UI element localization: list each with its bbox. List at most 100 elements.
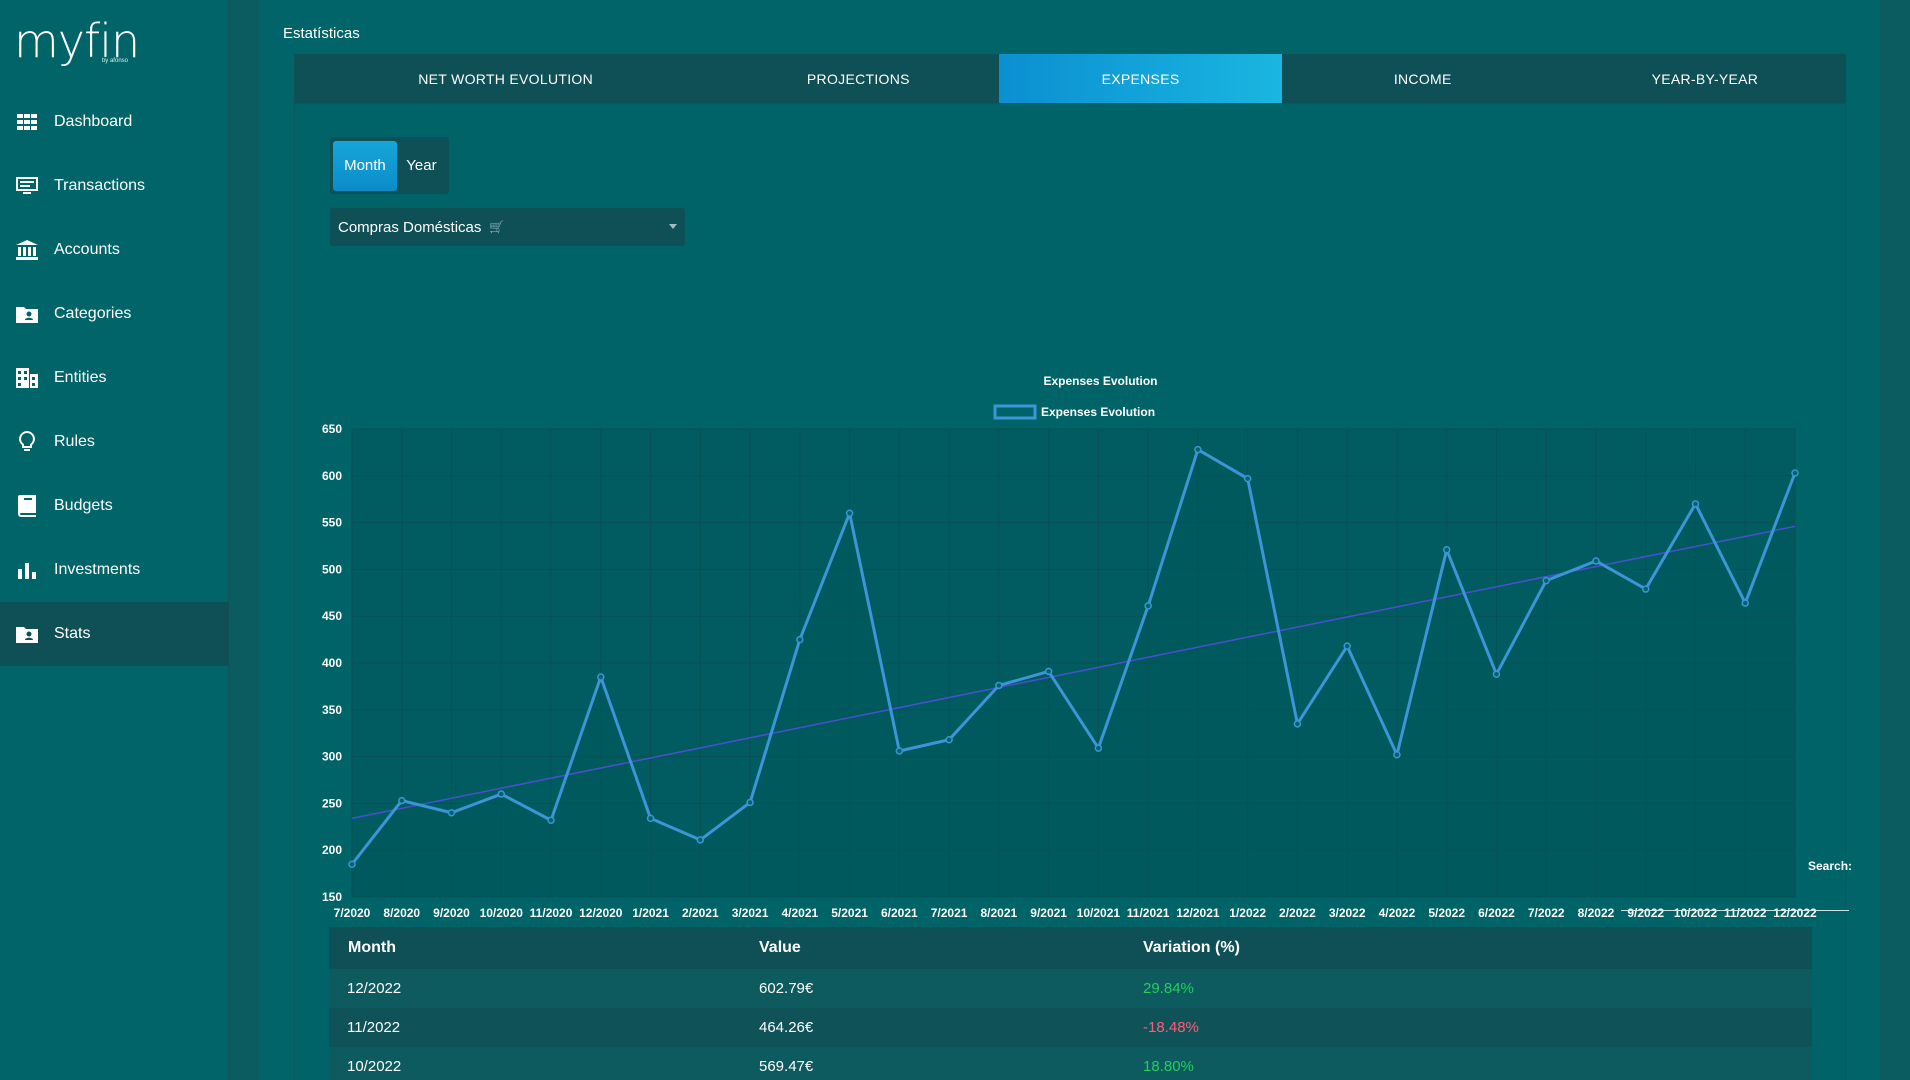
data-point [1044, 667, 1053, 676]
expenses-table: Month Value Variation (%) 12/2022 602.79… [329, 927, 1812, 1080]
x-tick-label: 9/2020 [433, 906, 470, 920]
data-point [796, 635, 804, 644]
cell-month: 10/2022 [347, 1058, 402, 1075]
sidebar-item-label: Investments [54, 561, 141, 578]
y-tick-label: 450 [322, 609, 342, 623]
x-tick-label: 3/2022 [1329, 906, 1366, 920]
tab-income[interactable]: INCOME [1282, 54, 1564, 103]
data-point [1492, 670, 1501, 678]
sidebar-item-label: Entities [54, 369, 107, 386]
table-body: 12/2022 602.79€ 29.84% 11/2022 464.26€ -… [329, 969, 1812, 1080]
bank-icon [16, 239, 38, 261]
data-point [1343, 642, 1351, 650]
y-tick-label: 600 [322, 469, 342, 483]
month-toggle-button[interactable]: Month [333, 140, 397, 191]
x-tick-label: 11/2021 [1127, 906, 1170, 920]
search-input[interactable] [1621, 887, 1849, 911]
stats-tabs: NET WORTH EVOLUTION PROJECTIONS EXPENSES… [294, 54, 1846, 103]
sidebar-item-dashboard[interactable]: Dashboard [0, 90, 229, 154]
tab-projections[interactable]: PROJECTIONS [717, 54, 999, 103]
sidebar-item-categories[interactable]: Categories [0, 282, 229, 346]
cell-month: 12/2022 [347, 980, 402, 997]
sidebar-item-label: Stats [54, 625, 91, 642]
sidebar-item-transactions[interactable]: Transactions [0, 154, 229, 218]
sidebar-item-stats[interactable]: Stats [0, 602, 229, 666]
table-row: 10/2022 569.47€ 18.80% [329, 1047, 1812, 1080]
legend-swatch [993, 404, 1037, 420]
data-point [547, 816, 555, 824]
x-tick-label: 7/2020 [334, 906, 371, 920]
period-toggle: Month Year [330, 137, 449, 194]
table-header: Month Value Variation (%) [329, 927, 1812, 969]
y-tick-label: 500 [322, 562, 342, 576]
expenses-panel: Month Year Compras Domésticas 🛒 150 200 25… [294, 103, 1852, 1080]
column-header-value[interactable]: Value [759, 939, 1143, 957]
tab-net-worth-evolution[interactable]: NET WORTH EVOLUTION [294, 54, 717, 103]
app-logo[interactable]: myfin by afonso [14, 14, 140, 68]
y-tick-label: 550 [322, 516, 342, 530]
data-point [447, 809, 456, 817]
sidebar-item-accounts[interactable]: Accounts [0, 218, 229, 282]
data-point [945, 736, 953, 744]
column-header-month[interactable]: Month [329, 939, 759, 957]
tab-expenses[interactable]: EXPENSES [999, 54, 1282, 103]
data-point [1542, 576, 1550, 585]
table-row: 11/2022 464.26€ -18.48% [329, 1008, 1812, 1047]
tab-year-by-year[interactable]: YEAR-BY-YEAR [1564, 54, 1846, 103]
sidebar-item-entities[interactable]: Entities [0, 346, 229, 410]
y-tick-label: 150 [322, 890, 342, 904]
sidebar: myfin by afonso Dashboard Transactions A… [0, 0, 229, 1080]
x-tick-label: 10/2021 [1077, 906, 1121, 920]
x-tick-label: 7/2021 [931, 906, 968, 920]
data-point [1094, 744, 1103, 752]
cell-month: 11/2022 [347, 1019, 401, 1036]
data-point [1791, 469, 1799, 477]
x-tick-label: 4/2022 [1379, 906, 1416, 920]
x-tick-label: 12/2021 [1176, 906, 1220, 920]
y-tick-label: 400 [322, 656, 342, 670]
data-point [1741, 599, 1749, 607]
x-tick-label: 2/2022 [1279, 906, 1316, 920]
year-toggle-button[interactable]: Year [397, 141, 446, 191]
data-point [497, 790, 506, 798]
table-row: 12/2022 602.79€ 29.84% [329, 969, 1812, 1008]
data-point [1293, 720, 1302, 728]
x-tick-label: 1/2021 [632, 906, 669, 920]
sidebar-item-budgets[interactable]: Budgets [0, 474, 229, 538]
building-icon [16, 367, 38, 389]
data-point [1442, 545, 1451, 554]
gutter [229, 0, 259, 1080]
data-point [995, 681, 1003, 690]
expenses-chart-svg: 150 200 250 300 350 400 450 500 550 600 650 7/2020 8… [322, 374, 1817, 920]
x-tick-label: 10/2020 [480, 906, 524, 920]
cell-variation: 18.80% [1143, 1058, 1194, 1075]
monitor-icon [16, 175, 38, 197]
sidebar-item-investments[interactable]: Investments [0, 538, 229, 602]
x-tick-label: 8/2022 [1578, 906, 1615, 920]
x-tick-label: 8/2021 [981, 906, 1018, 920]
sidebar-item-rules[interactable]: Rules [0, 410, 229, 474]
logo-subtext: by afonso [101, 58, 128, 64]
chart-title: Expenses Evolution [1043, 374, 1157, 388]
expenses-chart: 150 200 250 300 350 400 450 500 550 600 650 7/2020 8… [295, 264, 1847, 920]
column-header-variation[interactable]: Variation (%) [1143, 939, 1812, 957]
y-tick-label: 650 [322, 422, 342, 436]
data-point [696, 836, 705, 844]
data-point [597, 673, 605, 681]
cell-variation: 29.84% [1143, 980, 1194, 997]
x-tick-label: 7/2022 [1528, 906, 1565, 920]
page-title: Estatísticas [283, 25, 360, 42]
category-select[interactable]: Compras Domésticas 🛒 [330, 208, 685, 246]
data-point [746, 798, 754, 807]
sidebar-item-label: Accounts [54, 241, 120, 258]
x-tick-label: 11/2020 [530, 906, 573, 920]
data-point [845, 509, 854, 517]
data-point [1592, 557, 1600, 565]
y-tick-label: 350 [322, 703, 342, 717]
sidebar-item-label: Categories [54, 305, 132, 322]
book-icon [16, 495, 38, 517]
sidebar-item-label: Dashboard [54, 113, 133, 130]
data-point [1393, 750, 1401, 759]
bar-chart-icon [16, 559, 38, 581]
sidebar-nav: Dashboard Transactions Accounts Categori… [0, 90, 229, 666]
